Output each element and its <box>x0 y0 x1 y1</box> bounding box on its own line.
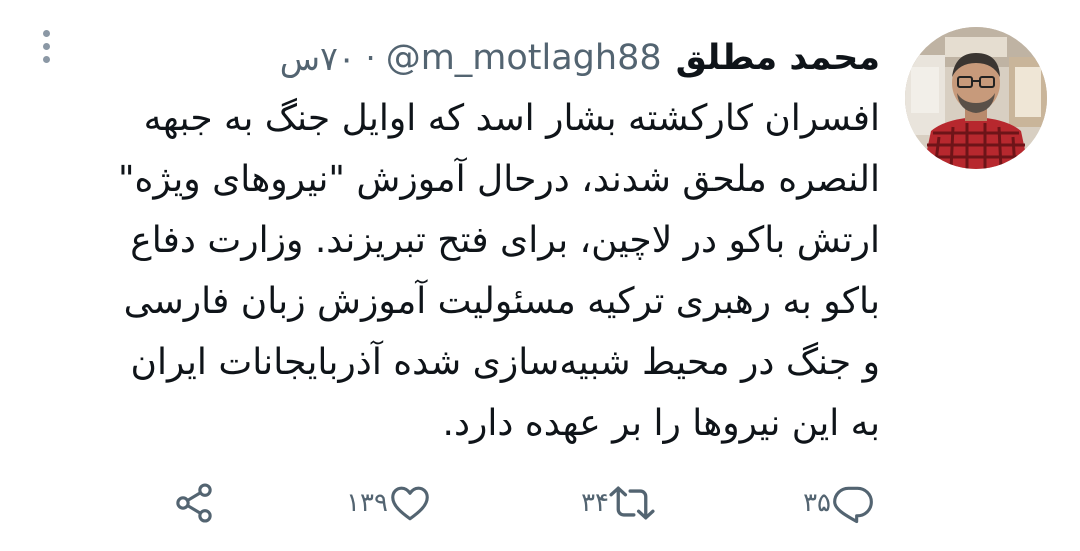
tweet-card[interactable]: محمد مطلق @m_motlagh88 · ۷۰س افسران کارک… <box>0 0 1080 551</box>
tweet-text-line: به این نیروها را بر عهده دارد. <box>442 403 880 444</box>
reply-count: ۳۵ <box>803 488 831 518</box>
share-button[interactable] <box>172 478 216 528</box>
retweet-count: ۳۴ <box>581 488 609 518</box>
tweet-header: محمد مطلق @m_motlagh88 · ۷۰س <box>280 30 880 86</box>
like-button[interactable]: ۱۳۹ <box>334 478 432 528</box>
tweet-time[interactable]: ۷۰س <box>280 39 356 78</box>
share-icon <box>172 481 216 525</box>
avatar[interactable] <box>905 27 1047 169</box>
more-options-icon[interactable] <box>36 30 56 70</box>
action-bar: ۳۵ ۳۴ ۱۳۹ <box>0 478 1080 528</box>
like-count: ۱۳۹ <box>346 488 388 518</box>
reply-icon <box>831 481 875 525</box>
tweet-text-line: و جنگ در محیط شبیه‌سازی شده آذربایجانات … <box>130 342 880 383</box>
author-name[interactable]: محمد مطلق <box>676 38 880 78</box>
tweet-text-line: باکو به رهبری ترکیه مسئولیت آموزش زبان ف… <box>123 281 880 322</box>
heart-icon <box>388 481 432 525</box>
tweet-text-line: النصره ملحق شدند، درحال آموزش "نیروهای و… <box>117 159 880 200</box>
retweet-icon <box>609 481 655 525</box>
reply-button[interactable]: ۳۵ <box>791 478 875 528</box>
author-handle[interactable]: @m_motlagh88 <box>386 38 662 78</box>
tweet-text: افسران کارکشته بشار اسد که اوایل جنگ به … <box>35 88 880 454</box>
separator-dot: · <box>365 39 376 77</box>
tweet-text-line: افسران کارکشته بشار اسد که اوایل جنگ به … <box>143 98 880 139</box>
tweet-text-line: ارتش باکو در لاچین، برای فتح تبریزند. وز… <box>130 220 880 261</box>
retweet-button[interactable]: ۳۴ <box>569 478 655 528</box>
avatar-photo <box>905 27 1047 169</box>
